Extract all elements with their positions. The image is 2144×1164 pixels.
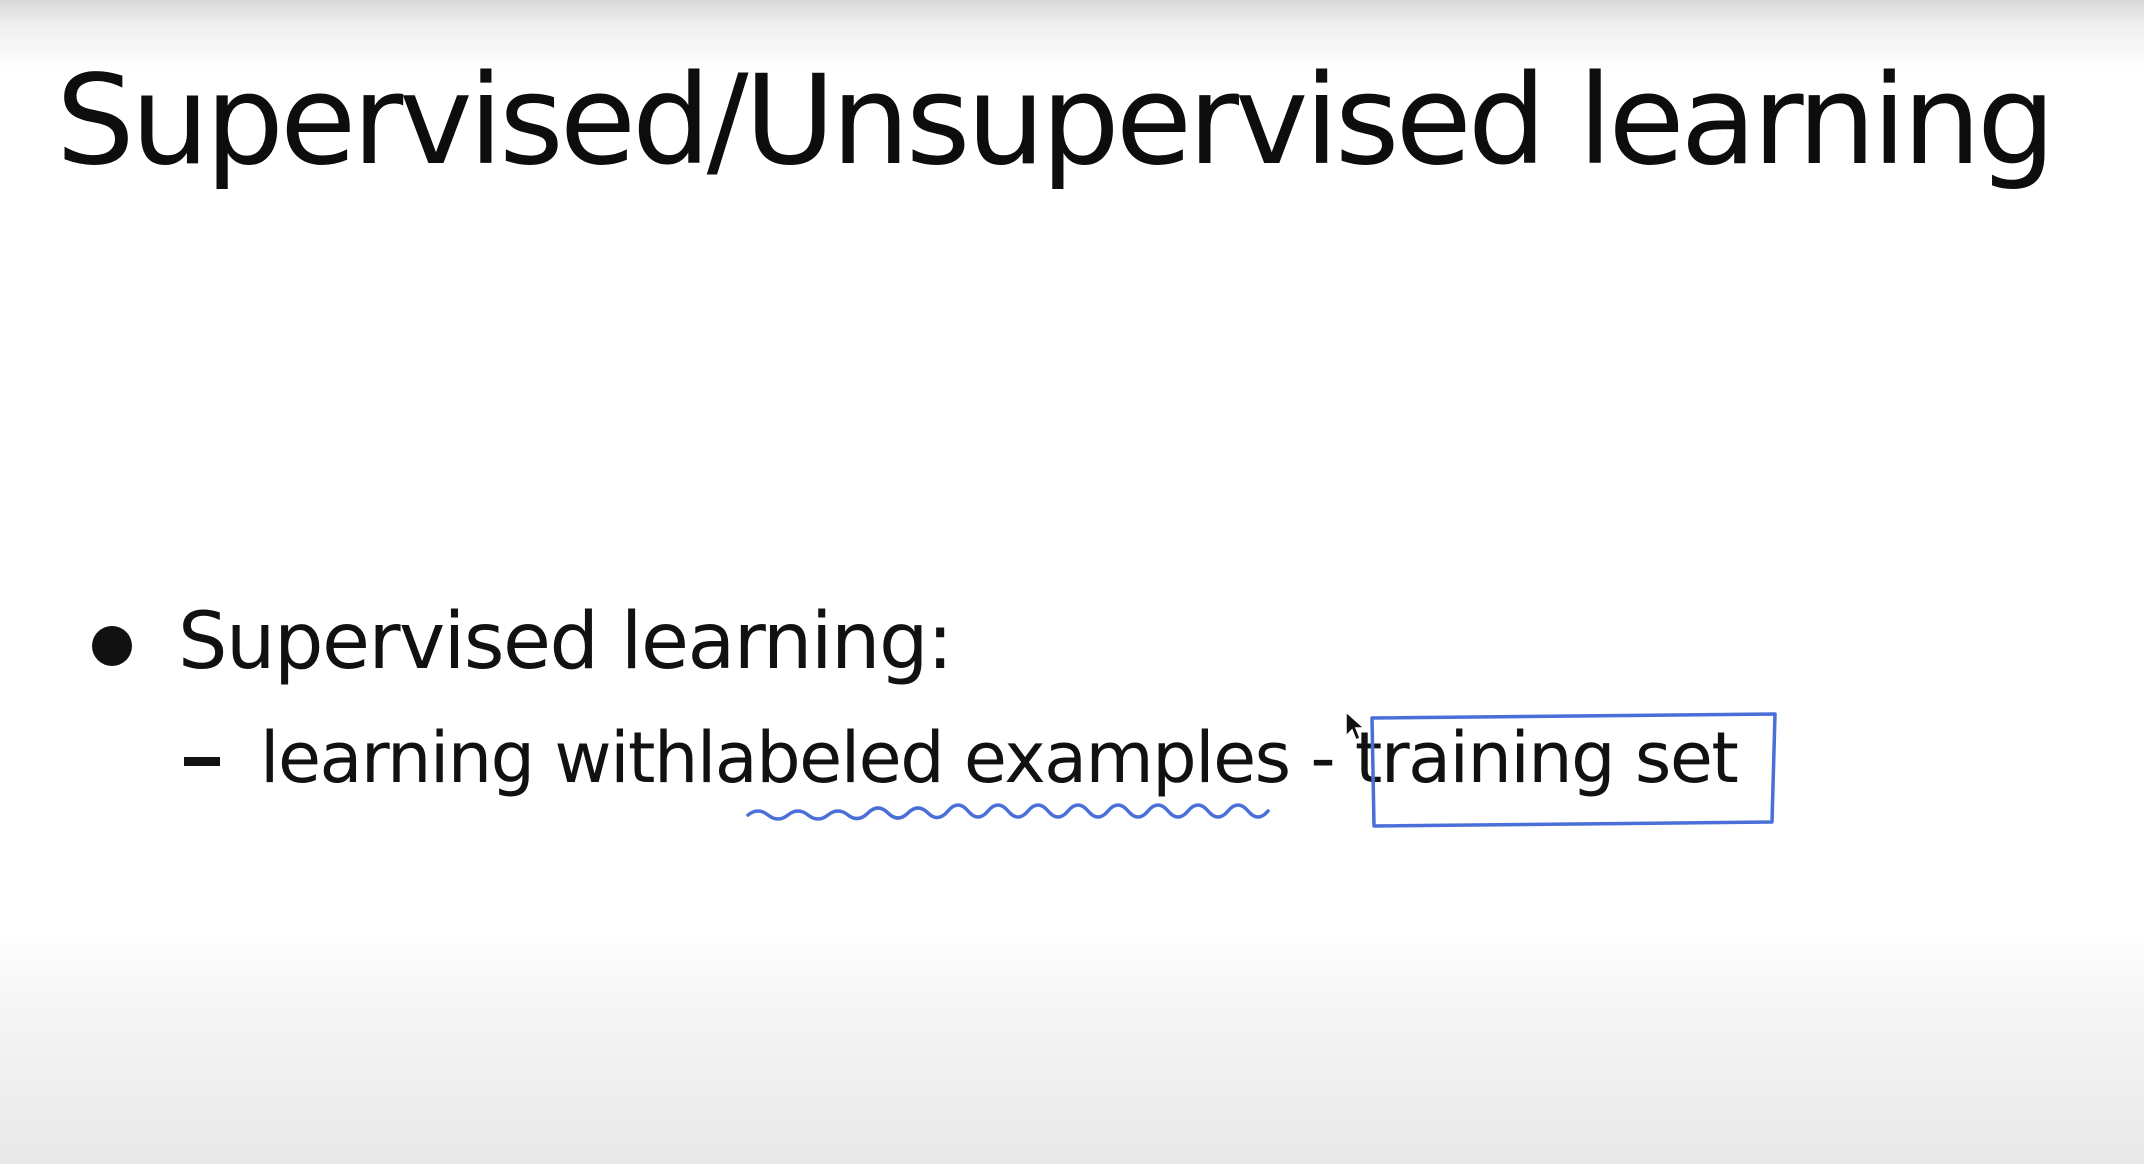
sub-bullet-text-before: learning with: [260, 717, 698, 799]
sub-bullet-item: learning with labeled examples - trainin…: [184, 717, 1739, 799]
dash-icon: [184, 757, 220, 766]
arrow-cursor-icon: [1345, 710, 1366, 742]
underlined-phrase: labeled examples: [696, 717, 1291, 799]
slide-title: Supervised/Unsupervised learning: [56, 49, 2056, 193]
boxed-phrase: training set: [1354, 717, 1739, 799]
bullet-text: Supervised learning:: [178, 597, 953, 687]
wavy-underline-annotation: [746, 803, 1270, 821]
bullet-item: Supervised learning:: [92, 597, 953, 687]
lecture-slide: Supervised/Unsupervised learning Supervi…: [0, 0, 2144, 1164]
bullet-dot-icon: [92, 625, 132, 666]
